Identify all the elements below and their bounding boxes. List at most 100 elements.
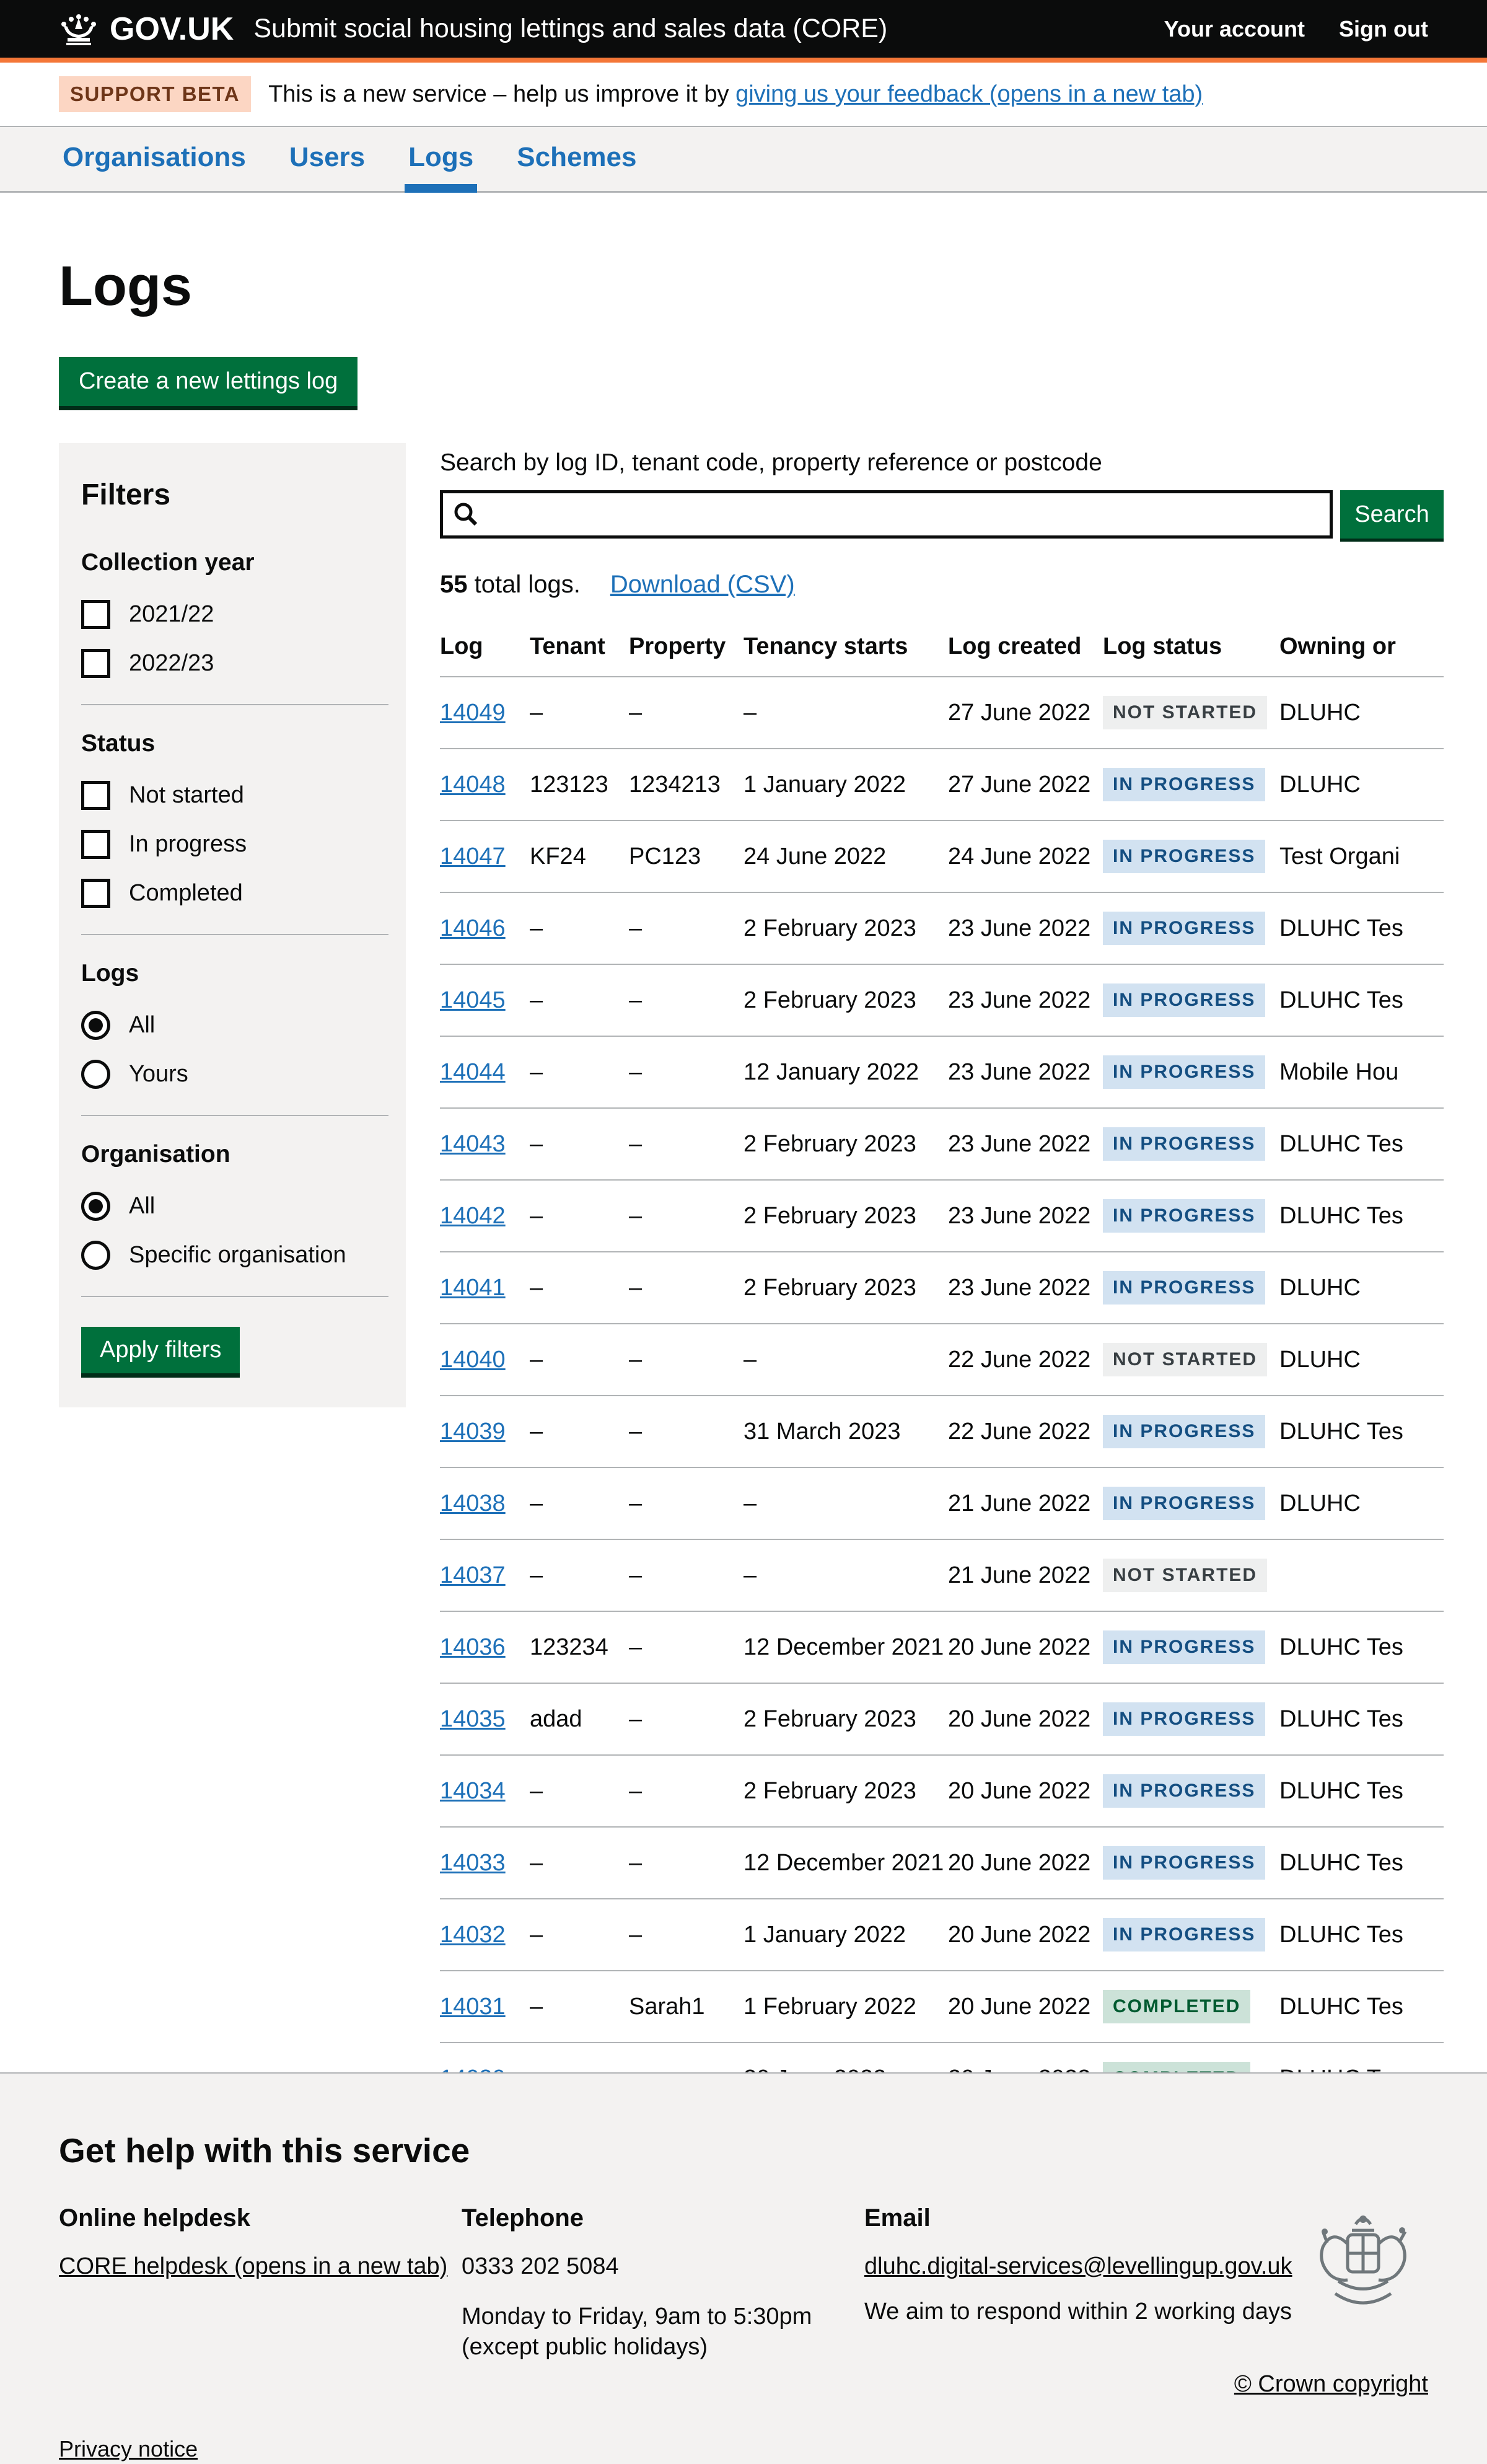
log-link[interactable]: 14049 — [440, 700, 506, 726]
cell-log-id: 14042 — [440, 1179, 530, 1251]
log-link[interactable]: 14045 — [440, 987, 506, 1014]
support-beta-tag: SUPPORT BETA — [59, 76, 251, 112]
cell-log-created: 24 June 2022 — [948, 820, 1103, 892]
cell-owning-organisation: DLUHC Tes — [1279, 1826, 1444, 1898]
cell-log-created: 27 June 2022 — [948, 748, 1103, 820]
log-link[interactable]: 14038 — [440, 1490, 506, 1517]
cell-log-id: 14039 — [440, 1395, 530, 1467]
cell-tenant: 123123 — [530, 748, 629, 820]
cell-tenancy-starts: 2 February 2023 — [744, 1251, 948, 1323]
filter-option-row: Not started — [81, 781, 388, 810]
cell-owning-organisation: DLUHC — [1279, 1467, 1444, 1539]
log-link[interactable]: 14037 — [440, 1562, 506, 1589]
status-badge: IN PROGRESS — [1103, 912, 1265, 945]
nav-tab-users[interactable]: Users — [286, 127, 369, 193]
log-link[interactable]: 14034 — [440, 1778, 506, 1805]
core-helpdesk-link[interactable]: CORE helpdesk (opens in a new tab) — [59, 2253, 447, 2279]
crown-copyright-link[interactable]: © Crown copyright — [1234, 2371, 1428, 2397]
results-section: Search by log ID, tenant code, property … — [440, 443, 1444, 2276]
cell-property: – — [629, 1323, 744, 1395]
cell-owning-organisation: DLUHC Tes — [1279, 1395, 1444, 1467]
radio-specific-organisation[interactable] — [81, 1241, 110, 1270]
footer-telephone-column: Telephone 0333 202 5084 Monday to Friday… — [462, 2204, 864, 2375]
cell-owning-organisation: Mobile Hou — [1279, 1036, 1444, 1107]
cell-tenancy-starts: 1 February 2022 — [744, 1970, 948, 2042]
cell-tenancy-starts: 2 February 2023 — [744, 1754, 948, 1826]
feedback-link[interactable]: giving us your feedback (opens in a new … — [735, 81, 1203, 107]
cell-tenant: – — [530, 892, 629, 964]
log-link[interactable]: 14043 — [440, 1131, 506, 1158]
cell-tenant: – — [530, 1970, 629, 2042]
radio-all[interactable] — [81, 1192, 110, 1221]
nav-tab-organisations[interactable]: Organisations — [59, 127, 250, 193]
nav-tab-logs[interactable]: Logs — [405, 127, 477, 193]
filter-option-row: Yours — [81, 1060, 388, 1089]
footer: Get help with this service Online helpde… — [0, 2072, 1487, 2464]
telephone-number: 0333 202 5084 — [462, 2253, 864, 2280]
cell-log-status: IN PROGRESS — [1103, 748, 1279, 820]
search-input[interactable] — [440, 490, 1333, 539]
cell-property: – — [629, 1683, 744, 1754]
email-link[interactable]: dluhc.digital-services@levellingup.gov.u… — [864, 2253, 1292, 2279]
checkbox-completed[interactable] — [81, 879, 110, 908]
checkbox-not-started[interactable] — [81, 781, 110, 810]
log-link[interactable]: 14033 — [440, 1850, 506, 1877]
status-badge: IN PROGRESS — [1103, 1702, 1265, 1736]
log-link[interactable]: 14040 — [440, 1347, 506, 1373]
log-link[interactable]: 14041 — [440, 1275, 506, 1301]
cell-tenant: – — [530, 1467, 629, 1539]
radio-all[interactable] — [81, 1011, 110, 1040]
cell-property: – — [629, 892, 744, 964]
nav-tab-schemes[interactable]: Schemes — [513, 127, 640, 193]
log-link[interactable]: 14036 — [440, 1634, 506, 1661]
cell-tenant: 123234 — [530, 1611, 629, 1683]
status-badge: IN PROGRESS — [1103, 840, 1265, 873]
govuk-logotype[interactable]: GOV.UK — [110, 11, 234, 48]
log-link[interactable]: 14042 — [440, 1203, 506, 1230]
cell-property: – — [629, 1179, 744, 1251]
cell-tenancy-starts: 12 December 2021 — [744, 1826, 948, 1898]
cell-log-status: IN PROGRESS — [1103, 1467, 1279, 1539]
log-link[interactable]: 14047 — [440, 843, 506, 870]
create-lettings-log-button[interactable]: Create a new lettings log — [59, 357, 357, 406]
cell-log-created: 20 June 2022 — [948, 1826, 1103, 1898]
cell-log-id: 14038 — [440, 1467, 530, 1539]
log-link[interactable]: 14032 — [440, 1922, 506, 1948]
cell-log-status: NOT STARTED — [1103, 676, 1279, 748]
log-link[interactable]: 14046 — [440, 915, 506, 942]
logs-table: LogTenantPropertyTenancy startsLog creat… — [440, 628, 1444, 2115]
telephone-heading: Telephone — [462, 2204, 864, 2232]
govuk-header: GOV.UK Submit social housing lettings an… — [0, 0, 1487, 63]
status-badge: NOT STARTED — [1103, 1343, 1267, 1376]
header-account-nav: Your account Sign out — [1164, 16, 1428, 42]
checkbox-2021-22[interactable] — [81, 600, 110, 629]
radio-yours[interactable] — [81, 1060, 110, 1089]
cell-tenancy-starts: 12 January 2022 — [744, 1036, 948, 1107]
log-link[interactable]: 14039 — [440, 1419, 506, 1445]
cell-tenant: – — [530, 1323, 629, 1395]
your-account-link[interactable]: Your account — [1164, 16, 1305, 42]
cell-log-id: 14041 — [440, 1251, 530, 1323]
cell-tenant: – — [530, 1036, 629, 1107]
cell-log-status: IN PROGRESS — [1103, 1395, 1279, 1467]
log-link[interactable]: 14044 — [440, 1059, 506, 1086]
sign-out-link[interactable]: Sign out — [1339, 16, 1428, 42]
checkbox-in-progress[interactable] — [81, 830, 110, 859]
log-link[interactable]: 14031 — [440, 1994, 506, 2020]
cell-property: – — [629, 676, 744, 748]
service-name[interactable]: Submit social housing lettings and sales… — [253, 14, 887, 44]
cell-property: – — [629, 1826, 744, 1898]
privacy-notice-link[interactable]: Privacy notice — [59, 2436, 198, 2462]
cell-owning-organisation: DLUHC Tes — [1279, 1179, 1444, 1251]
download-csv-link[interactable]: Download (CSV) — [610, 571, 795, 598]
log-link[interactable]: 14048 — [440, 772, 506, 798]
apply-filters-button[interactable]: Apply filters — [81, 1327, 240, 1373]
email-note: We aim to respond within 2 working days — [864, 2299, 1335, 2325]
total-count: 55 — [440, 571, 468, 598]
search-button[interactable]: Search — [1340, 490, 1444, 539]
status-badge: IN PROGRESS — [1103, 1055, 1265, 1089]
cell-log-created: 23 June 2022 — [948, 1107, 1103, 1179]
checkbox-2022-23[interactable] — [81, 649, 110, 678]
log-link[interactable]: 14035 — [440, 1706, 506, 1733]
royal-coat-of-arms — [1314, 2201, 1413, 2334]
